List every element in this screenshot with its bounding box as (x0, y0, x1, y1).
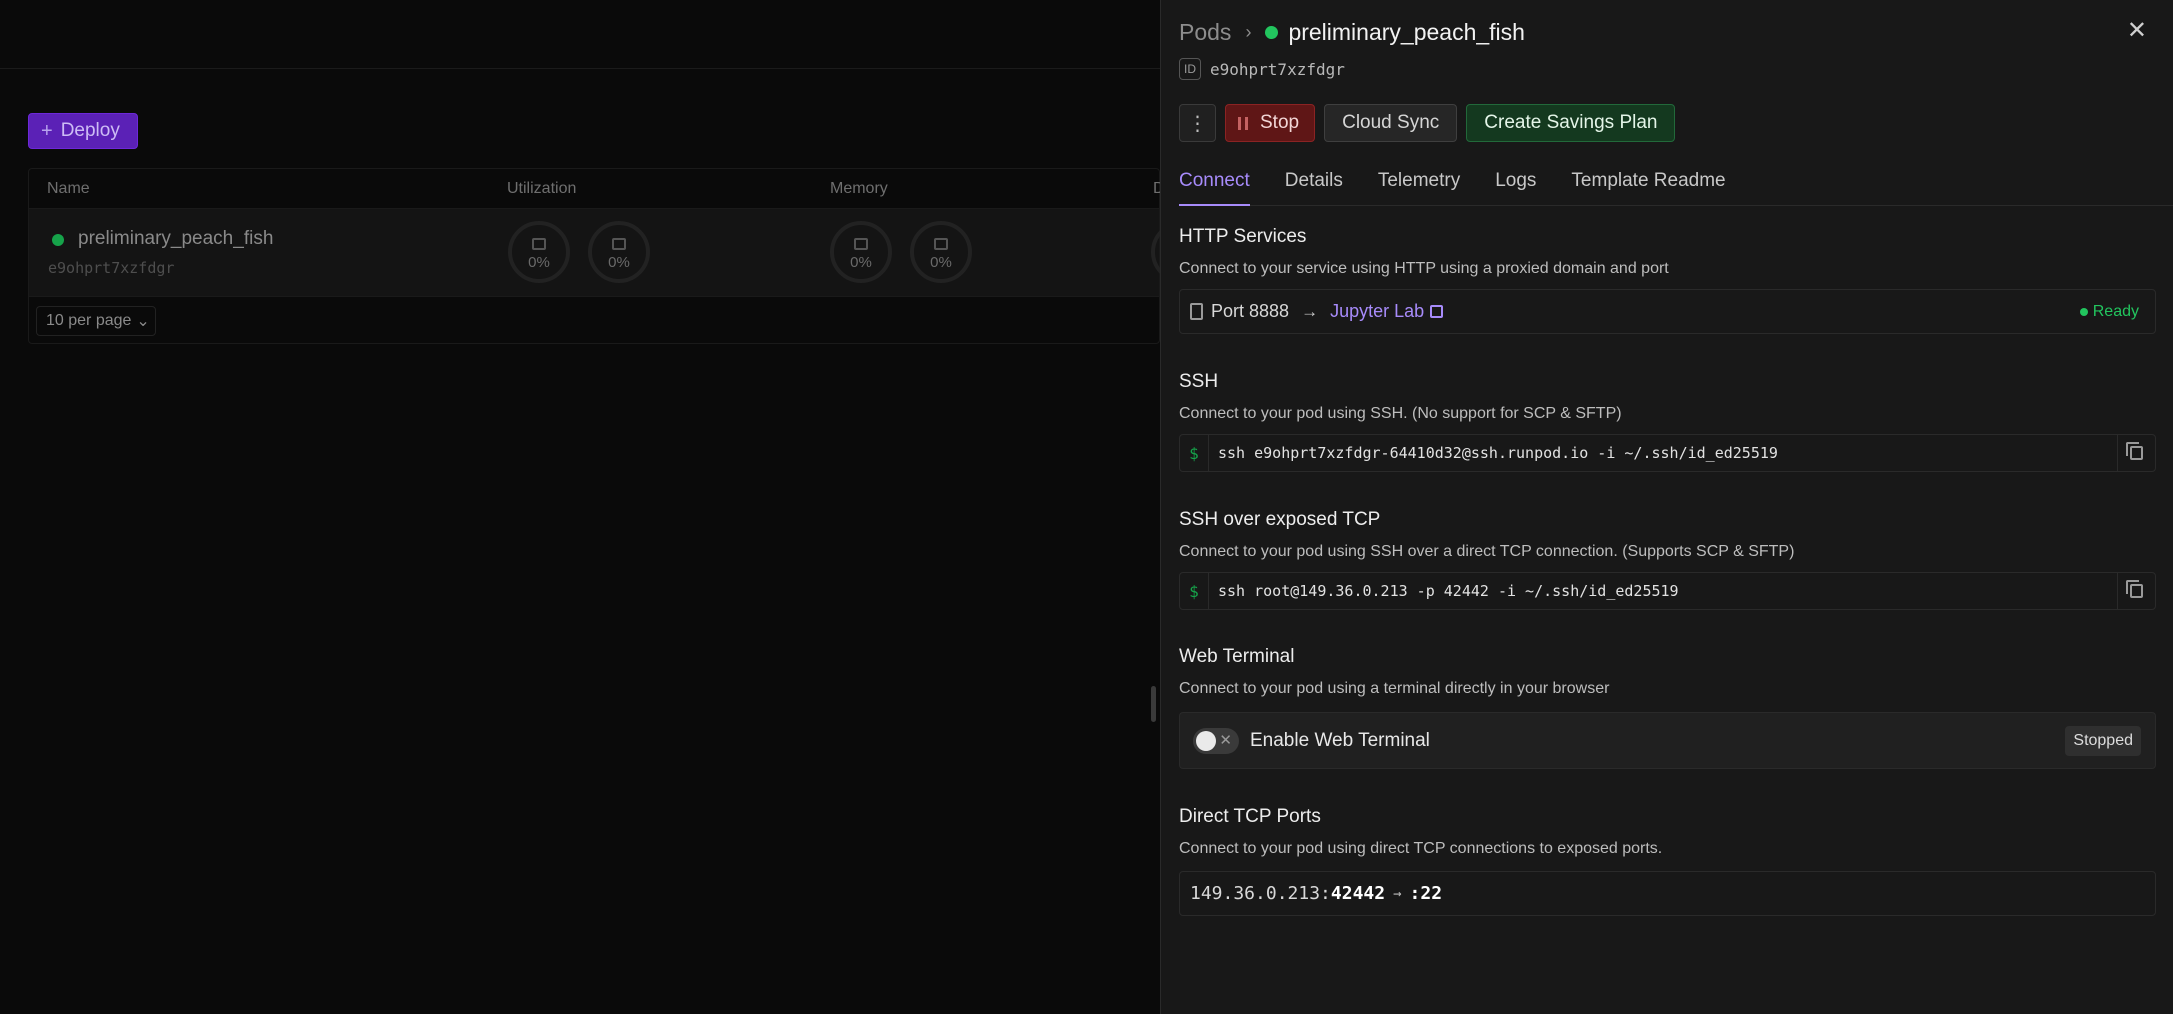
column-name: Name (47, 180, 90, 197)
copy-icon (2126, 442, 2143, 460)
direct-tcp-desc: Connect to your pod using direct TCP con… (1179, 840, 1663, 857)
page-title: preliminary_peach_fish (1288, 18, 1525, 45)
tcp-ip: 149.36.0.213: (1190, 883, 1331, 904)
tab-telemetry[interactable]: Telemetry (1378, 166, 1460, 206)
column-memory: Memory (830, 180, 888, 197)
stop-button[interactable]: Stop (1225, 104, 1316, 142)
tab-template-readme[interactable]: Template Readme (1571, 166, 1725, 206)
action-bar: ⋮ Stop Cloud Sync Create Savings Plan (1179, 104, 1676, 142)
tab-details[interactable]: Details (1285, 166, 1343, 206)
pod-id-row: ID e9ohprt7xzfdgr (1179, 58, 1345, 80)
ready-dot (2079, 308, 2088, 316)
vram-gauge: 0% (910, 221, 972, 283)
pod-id: e9ohprt7xzfdgr (48, 259, 175, 277)
web-terminal-row: ✕ Enable Web Terminal Stopped (1179, 712, 2156, 769)
create-savings-plan-button[interactable]: Create Savings Plan (1466, 104, 1676, 142)
http-service-row: Port 8888 → Jupyter Lab Ready (1179, 289, 2156, 334)
x-icon: ✕ (1219, 731, 1232, 749)
arrow-right-icon: → (1393, 885, 1402, 902)
table-header: Name Utilization Memory D (29, 169, 1165, 209)
tcp-internal-port: :22 (1409, 883, 1443, 904)
deploy-button[interactable]: + Deploy (28, 113, 138, 149)
copy-ssh-button[interactable] (2117, 435, 2155, 471)
http-services-desc: Connect to your service using HTTP using… (1179, 260, 1669, 277)
ssh-tcp-title: SSH over exposed TCP (1179, 509, 1381, 530)
tcp-external-port: 42442 (1330, 883, 1386, 904)
cloud-sync-button[interactable]: Cloud Sync (1324, 104, 1458, 142)
cpu-icon (532, 237, 546, 250)
jupyter-lab-link[interactable]: Jupyter Lab (1330, 301, 1444, 322)
direct-tcp-row: 149.36.0.213: 42442 → :22 (1179, 871, 2156, 916)
memory-icon (854, 237, 868, 250)
top-bar (0, 0, 1160, 69)
pod-id: e9ohprt7xzfdgr (1210, 59, 1345, 79)
tab-bar: Connect Details Telemetry Logs Template … (1179, 166, 2173, 206)
ssh-desc: Connect to your pod using SSH. (No suppo… (1179, 405, 1622, 422)
more-vertical-icon: ⋮ (1187, 112, 1208, 135)
ssh-tcp-command-box: $ ssh root@149.36.0.213 -p 42442 -i ~/.s… (1179, 572, 2156, 610)
panel-resize-handle[interactable] (1151, 686, 1156, 722)
external-link-icon (1430, 305, 1444, 318)
status-dot (52, 234, 64, 246)
column-utilization: Utilization (507, 180, 577, 197)
copy-ssh-tcp-button[interactable] (2117, 573, 2155, 609)
ssh-command-box: $ ssh e9ohprt7xzfdgr-64410d32@ssh.runpod… (1179, 434, 2156, 472)
plus-icon: + (41, 119, 53, 142)
gpu-icon (612, 237, 626, 250)
arrow-right-icon: → (1301, 301, 1319, 321)
table-footer: 10 per page ⌄ (29, 297, 1159, 343)
toggle-knob (1196, 730, 1216, 751)
pods-page-background: + Deploy Name Utilization Memory D preli… (0, 0, 1213, 1014)
pause-icon (1238, 116, 1248, 130)
breadcrumb-pods[interactable]: Pods (1179, 19, 1231, 46)
pod-detail-panel: Pods › preliminary_peach_fish ✕ ID e9ohp… (1160, 0, 2173, 1014)
table-row[interactable]: preliminary_peach_fish e9ohprt7xzfdgr 0%… (29, 209, 1213, 297)
http-services-title: HTTP Services (1179, 226, 1307, 247)
id-badge: ID (1179, 58, 1201, 80)
direct-tcp-title: Direct TCP Ports (1179, 806, 1321, 827)
pod-name: preliminary_peach_fish (78, 228, 274, 249)
port-label: Port 8888 (1211, 301, 1290, 321)
status-badge: Ready (2079, 303, 2139, 321)
port-icon (1190, 303, 1203, 320)
pods-table: Name Utilization Memory D preliminary_pe… (28, 168, 1213, 344)
status-badge: Stopped (2065, 726, 2141, 756)
gpu-memory-icon (934, 237, 948, 250)
ssh-tcp-command[interactable]: ssh root@149.36.0.213 -p 42442 -i ~/.ssh… (1209, 582, 2117, 600)
more-options-button[interactable]: ⋮ (1179, 104, 1216, 142)
status-dot (1265, 25, 1279, 39)
web-terminal-title: Web Terminal (1179, 646, 1295, 667)
chevron-right-icon: › (1245, 21, 1252, 42)
prompt-symbol: $ (1180, 435, 1209, 471)
prompt-symbol: $ (1180, 573, 1209, 609)
tab-connect[interactable]: Connect (1179, 166, 1250, 206)
breadcrumb: Pods › preliminary_peach_fish (1179, 16, 1525, 48)
gpu-gauge: 0% (588, 221, 650, 283)
ssh-command[interactable]: ssh e9ohprt7xzfdgr-64410d32@ssh.runpod.i… (1209, 444, 2117, 462)
ssh-tcp-desc: Connect to your pod using SSH over a dir… (1179, 543, 1795, 560)
web-terminal-desc: Connect to your pod using a terminal dir… (1179, 680, 1610, 697)
copy-icon (2126, 580, 2143, 598)
web-terminal-toggle[interactable]: ✕ (1193, 727, 1239, 754)
ssh-title: SSH (1179, 371, 1219, 392)
chevron-down-icon: ⌄ (136, 313, 150, 330)
tab-logs[interactable]: Logs (1495, 166, 1536, 206)
deploy-label: Deploy (60, 120, 120, 141)
close-icon[interactable]: ✕ (2127, 16, 2147, 45)
per-page-select[interactable]: 10 per page ⌄ (36, 306, 156, 336)
web-terminal-label: Enable Web Terminal (1250, 729, 1430, 751)
cpu-gauge: 0% (508, 221, 570, 283)
ram-gauge: 0% (830, 221, 892, 283)
